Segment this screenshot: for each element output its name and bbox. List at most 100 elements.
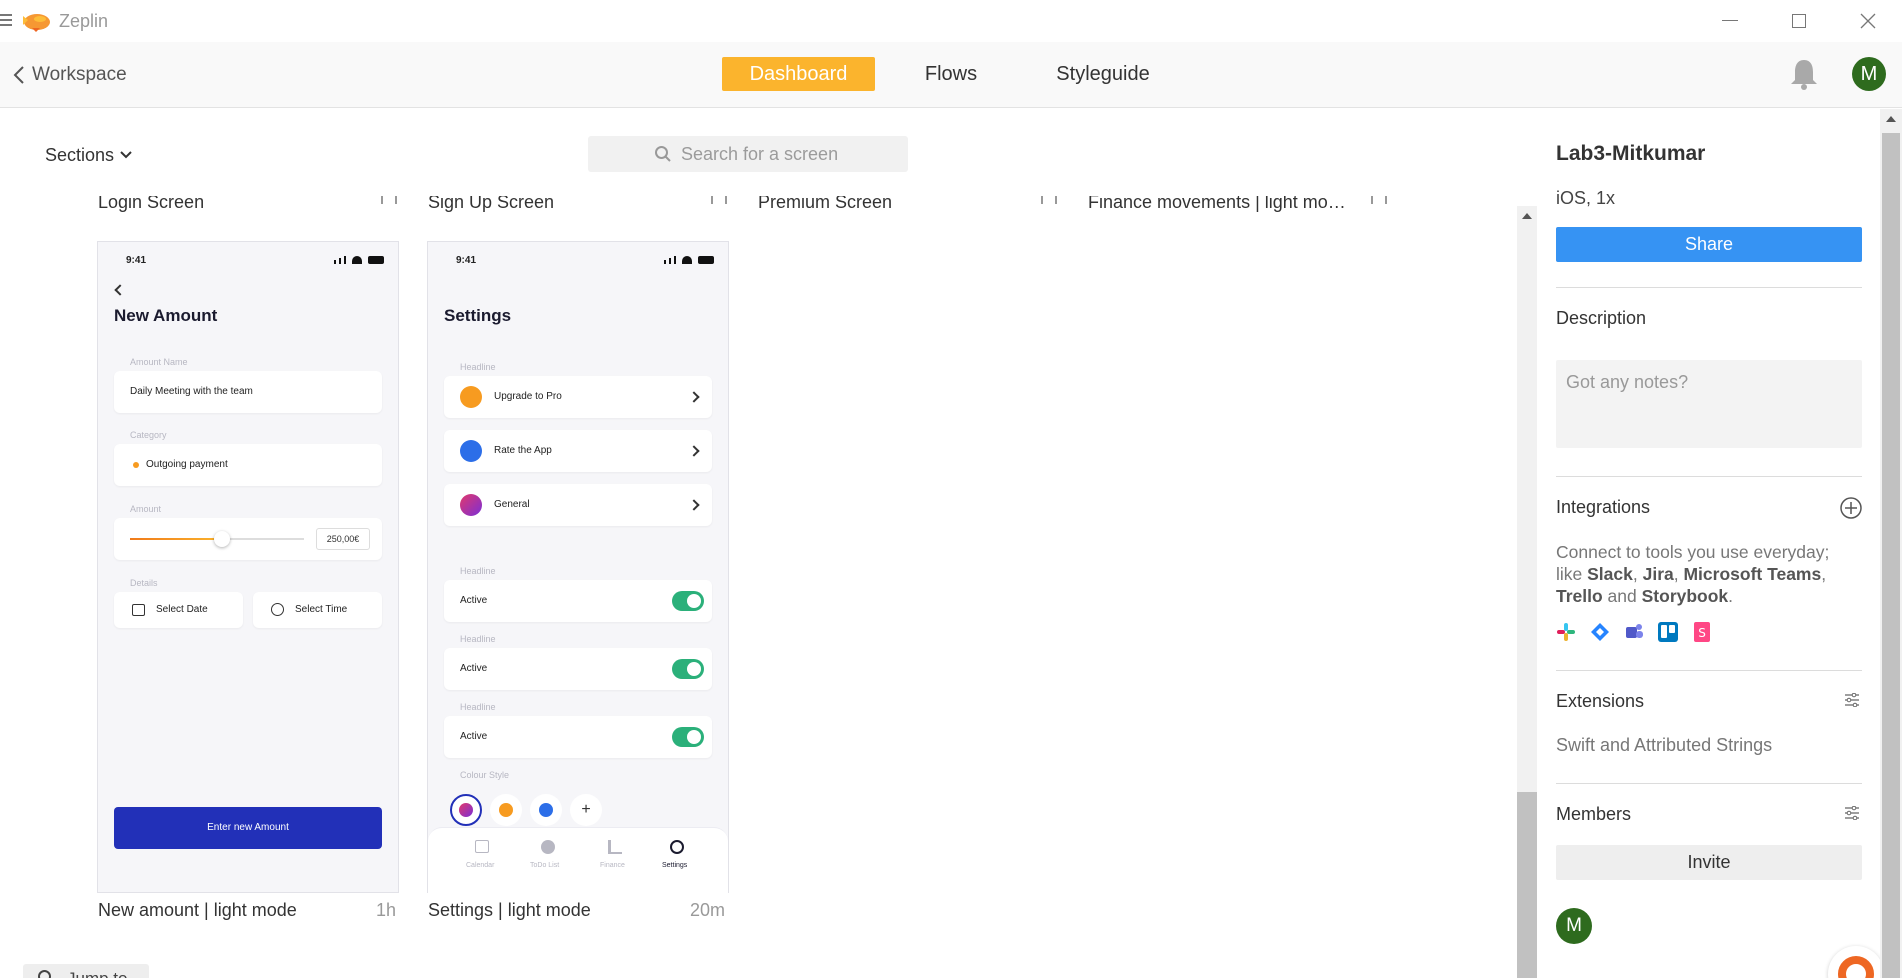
close-button[interactable] <box>1860 13 1876 29</box>
details-label: Details <box>130 578 158 588</box>
screen-thumbnail-new-amount[interactable]: 9:41 New Amount Amount Name Daily Meetin… <box>97 241 399 893</box>
divider <box>1556 287 1862 288</box>
more-icon[interactable] <box>711 196 727 204</box>
sections-dropdown[interactable]: Sections <box>45 143 132 167</box>
slack-link[interactable]: Slack <box>1587 564 1633 584</box>
share-button[interactable]: Share <box>1556 227 1862 262</box>
integrations-text: like <box>1556 564 1588 584</box>
search-icon <box>655 146 671 162</box>
enter-amount-label: Enter new Amount <box>207 822 289 833</box>
description-textarea[interactable]: Got any notes? <box>1556 360 1862 448</box>
tab-todo-label: ToDo List <box>530 862 560 869</box>
headline-label: Headline <box>460 566 496 576</box>
description-title: Description <box>1556 308 1647 328</box>
settings-tab-icon <box>670 840 684 854</box>
scrollbar-thumb[interactable] <box>1517 792 1537 978</box>
project-name: Lab3-Mitkumar <box>1556 142 1706 165</box>
slack-icon[interactable] <box>1556 622 1576 642</box>
separator: , <box>1673 564 1684 584</box>
avatar-initial: M <box>1860 63 1878 85</box>
separator: , <box>1632 564 1643 584</box>
bell-icon[interactable] <box>1788 57 1820 91</box>
settings-sliders-icon[interactable] <box>1844 806 1860 820</box>
enter-amount-button: Enter new Amount <box>114 807 382 849</box>
storybook-link[interactable]: Storybook <box>1642 586 1729 606</box>
settings-row-label: Upgrade to Pro <box>494 391 562 402</box>
headline-label: Headline <box>460 702 496 712</box>
category-dot-icon <box>133 462 139 468</box>
trello-link[interactable]: Trello <box>1556 586 1603 606</box>
sidebar-scrollbar[interactable] <box>1880 109 1902 978</box>
back-to-workspace-link[interactable]: Workspace <box>12 62 127 88</box>
extensions-title: Extensions <box>1556 691 1645 711</box>
platform-label: iOS, 1x <box>1556 188 1616 208</box>
upgrade-icon <box>460 386 482 408</box>
screen-name-settings[interactable]: Settings | light mode <box>428 900 591 921</box>
jira-icon[interactable] <box>1590 622 1610 642</box>
gear-icon <box>460 494 482 516</box>
headline-label: Headline <box>460 634 496 644</box>
select-date-label: Select Date <box>156 604 208 615</box>
teams-link[interactable]: Microsoft Teams <box>1683 564 1821 584</box>
settings-row-rate <box>444 430 712 472</box>
chevron-down-icon <box>120 151 132 159</box>
hamburger-icon[interactable] <box>0 14 12 26</box>
search-placeholder: Search for a screen <box>681 144 839 164</box>
storybook-icon[interactable]: S <box>1692 622 1712 642</box>
scrollbar-thumb[interactable] <box>1882 133 1900 978</box>
amount-slider-fill <box>130 538 223 540</box>
description-placeholder: Got any notes? <box>1566 372 1689 392</box>
window-titlebar: Zeplin <box>0 0 1902 42</box>
trello-icon[interactable] <box>1658 622 1678 642</box>
todo-tab-icon <box>541 840 555 854</box>
status-icons <box>334 256 384 264</box>
headline-label: Headline <box>460 362 496 372</box>
integrations-title: Integrations <box>1556 497 1651 517</box>
search-icon <box>38 970 51 978</box>
separator: and <box>1602 586 1642 606</box>
more-icon[interactable] <box>1041 196 1057 204</box>
status-icons <box>664 256 714 264</box>
back-chevron-icon <box>114 284 126 296</box>
microsoft-teams-icon[interactable] <box>1624 622 1644 642</box>
amount-name-label: Amount Name <box>130 357 188 367</box>
jira-link[interactable]: Jira <box>1643 564 1674 584</box>
settings-sliders-icon[interactable] <box>1844 693 1860 707</box>
integrations-description: Connect to tools you use everyday; like … <box>1556 541 1862 607</box>
screen-time-new-amount: 1h <box>376 900 397 920</box>
add-integration-icon[interactable] <box>1840 497 1862 519</box>
maximize-button[interactable] <box>1792 14 1806 28</box>
minimize-button[interactable] <box>1722 20 1738 21</box>
more-icon[interactable] <box>1371 196 1387 204</box>
tab-dashboard[interactable]: Dashboard <box>722 57 875 91</box>
invite-button[interactable]: Invite <box>1556 845 1862 880</box>
divider <box>1556 783 1862 784</box>
svg-text:S: S <box>1698 626 1706 640</box>
canvas-header-cover <box>0 180 1512 196</box>
add-colour-icon: + <box>570 794 602 826</box>
canvas-scrollbar[interactable] <box>1517 206 1537 978</box>
amount-label: Amount <box>130 504 162 514</box>
finance-tab-icon <box>608 840 622 854</box>
member-avatar[interactable]: M <box>1556 908 1592 944</box>
search-field[interactable]: Search for a screen <box>588 136 908 172</box>
tab-finance-label: Finance <box>600 862 625 869</box>
user-avatar[interactable]: M <box>1852 57 1886 91</box>
screen-thumbnail-settings[interactable]: 9:41 Settings Headline Upgrade to Pro Ra… <box>427 241 729 893</box>
separator: . <box>1728 586 1734 606</box>
screen-name-new-amount[interactable]: New amount | light mode <box>98 900 297 921</box>
tab-styleguide[interactable]: Styleguide <box>1040 57 1166 91</box>
scroll-up-icon[interactable] <box>1886 115 1896 123</box>
clock-icon <box>271 603 284 616</box>
calendar-icon <box>132 604 145 616</box>
scroll-up-icon[interactable] <box>1522 212 1532 220</box>
star-icon <box>460 440 482 462</box>
divider <box>1556 476 1862 477</box>
select-time-label: Select Time <box>295 604 348 615</box>
more-icon[interactable] <box>381 196 397 204</box>
jump-to-button[interactable]: Jump to <box>23 964 149 978</box>
tab-flows[interactable]: Flows <box>900 57 1002 91</box>
phone-title: Settings <box>444 306 512 325</box>
member-initial: M <box>1566 915 1582 936</box>
amount-name-value: Daily Meeting with the team <box>130 386 253 397</box>
